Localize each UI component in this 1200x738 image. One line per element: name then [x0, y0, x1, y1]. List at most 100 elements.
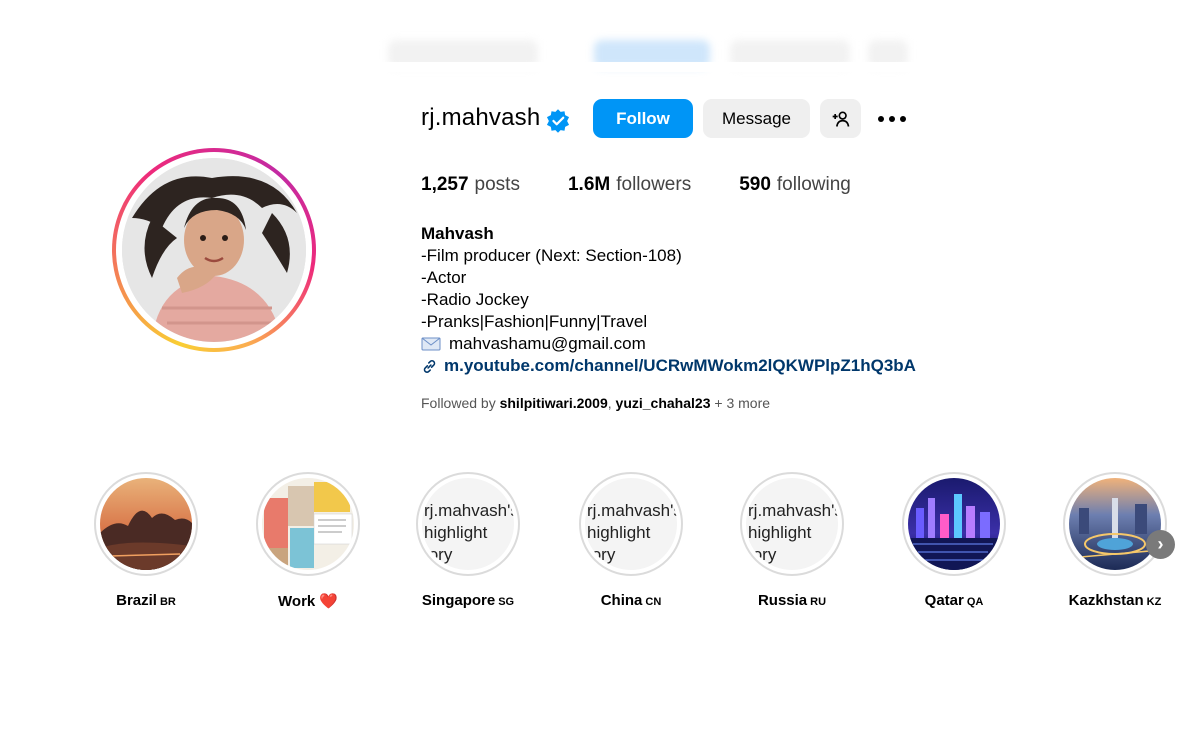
city-aerial-photo — [1069, 478, 1161, 570]
flag-code: RU — [810, 596, 827, 608]
suggested-users-button[interactable] — [820, 99, 861, 138]
highlight-ring: rj.mahvash's highlight tory — [416, 472, 520, 576]
following-stat[interactable]: 590 following — [739, 174, 851, 196]
highlight-title: China — [600, 592, 643, 609]
sunset-photo — [100, 478, 192, 570]
alt-text-line: rj.mahvash's — [424, 501, 514, 520]
bio-line: -Radio Jockey — [421, 290, 529, 309]
flag-code: CN — [645, 596, 662, 608]
display-name: Mahvash — [421, 224, 494, 243]
broken-image-alt-text: rj.mahvash's highlight tory — [422, 500, 514, 566]
story-ring[interactable] — [112, 148, 316, 352]
highlight-label: Kazkhstan KZ — [1045, 592, 1185, 609]
highlight-cover: rj.mahvash's highlight tory — [746, 478, 838, 570]
highlight-ring: rj.mahvash's highlight tory — [579, 472, 683, 576]
bio-link[interactable]: m.youtube.com/channel/UCRwMWokm2lQKWPlpZ… — [444, 355, 916, 377]
avatar[interactable] — [122, 158, 306, 342]
bio-line: -Actor — [421, 268, 467, 287]
followed-by-user[interactable]: yuzi_chahal23 — [616, 395, 711, 411]
envelope-icon — [421, 337, 441, 351]
followed-by-prefix: Followed by — [421, 395, 496, 411]
highlight-label: Qatar QA — [884, 592, 1024, 609]
flag-code: KZ — [1146, 596, 1162, 608]
profile-username: rj.mahvash — [421, 104, 541, 131]
highlight-qatar[interactable]: Qatar QA — [884, 472, 1024, 609]
alt-text-line: highlight — [424, 523, 488, 542]
person-add-icon — [832, 111, 849, 127]
followed-by-user[interactable]: shilpitiwari.2009 — [500, 395, 608, 411]
magazine-collage-photo — [262, 478, 354, 570]
posts-label: posts — [474, 174, 520, 195]
alt-text-line: rj.mahvash's — [587, 501, 677, 520]
followed-by-more[interactable]: + 3 more — [714, 395, 770, 411]
highlight-ring — [1063, 472, 1167, 576]
highlight-title: Brazil — [116, 592, 157, 609]
highlight-label: Russia RU — [722, 592, 862, 609]
highlight-ring — [256, 472, 360, 576]
followed-by[interactable]: Followed by shilpitiwari.2009, yuzi_chah… — [421, 395, 770, 411]
highlight-ring — [902, 472, 1006, 576]
alt-text-line: tory — [587, 545, 616, 564]
highlight-cover: rj.mahvash's highlight tory — [585, 478, 677, 570]
following-label: following — [776, 174, 851, 195]
heart-icon: ❤️ — [319, 593, 338, 610]
more-options-icon — [878, 115, 906, 122]
more-options-button[interactable] — [872, 99, 912, 138]
highlight-cover — [1069, 478, 1161, 570]
highlight-cover — [100, 478, 192, 570]
flag-code: SG — [498, 596, 515, 608]
highlight-singapore[interactable]: rj.mahvash's highlight tory Singapore SG — [398, 472, 538, 609]
highlight-title: Singapore — [421, 592, 496, 609]
alt-text-line: highlight — [587, 523, 651, 542]
highlight-ring: rj.mahvash's highlight tory — [740, 472, 844, 576]
highlight-cover — [908, 478, 1000, 570]
highlight-china[interactable]: rj.mahvash's highlight tory China CN — [561, 472, 701, 609]
alt-text-line: highlight — [748, 523, 812, 542]
bio-line: -Film producer (Next: Section-108) — [421, 246, 682, 265]
highlight-cover: rj.mahvash's highlight tory — [422, 478, 514, 570]
profile-bio: Mahvash -Film producer (Next: Section-10… — [421, 223, 916, 377]
city-skyline-night-photo — [908, 478, 1000, 570]
highlight-brazil[interactable]: Brazil BR — [76, 472, 216, 609]
highlight-label: Work ❤️ — [238, 592, 378, 610]
follow-button[interactable]: Follow — [593, 99, 693, 138]
link-icon — [423, 359, 436, 373]
highlight-label: Singapore SG — [398, 592, 538, 609]
flag-code: QA — [966, 596, 984, 608]
followers-label: followers — [616, 174, 692, 195]
highlight-title: Work — [278, 593, 316, 610]
profile-stats: 1,257 posts 1.6M followers 590 following — [421, 174, 899, 196]
highlight-title: Kazkhstan — [1068, 592, 1144, 609]
verified-badge-icon — [546, 109, 570, 133]
highlight-cover — [262, 478, 354, 570]
bio-line: -Pranks|Fashion|Funny|Travel — [421, 312, 648, 331]
alt-text-line: tory — [748, 545, 777, 564]
highlight-label: Brazil BR — [76, 592, 216, 609]
highlight-title: Qatar — [924, 592, 964, 609]
broken-image-alt-text: rj.mahvash's highlight tory — [746, 500, 838, 566]
highlight-russia[interactable]: rj.mahvash's highlight tory Russia RU — [722, 472, 862, 609]
posts-stat: 1,257 posts — [421, 174, 520, 196]
posts-count: 1,257 — [421, 174, 469, 195]
highlight-title: Russia — [757, 592, 808, 609]
highlight-label: China CN — [561, 592, 701, 609]
followed-by-separator: , — [607, 395, 612, 411]
message-button[interactable]: Message — [703, 99, 810, 138]
header-mask — [378, 62, 978, 72]
broken-image-alt-text: rj.mahvash's highlight tory — [585, 500, 677, 566]
profile-photo — [122, 158, 306, 342]
highlight-ring — [94, 472, 198, 576]
bio-link-row[interactable]: m.youtube.com/channel/UCRwMWokm2lQKWPlpZ… — [421, 355, 916, 377]
flag-code: BR — [159, 596, 176, 608]
alt-text-line: tory — [424, 545, 453, 564]
following-count: 590 — [739, 174, 771, 195]
bio-email: mahvashamu@gmail.com — [449, 334, 646, 353]
chevron-right-icon: › — [1157, 534, 1164, 554]
avatar-border — [116, 152, 312, 348]
bio-email-row: mahvashamu@gmail.com — [421, 333, 916, 355]
followers-count: 1.6M — [567, 174, 611, 195]
followers-stat[interactable]: 1.6M followers — [568, 174, 691, 196]
alt-text-line: rj.mahvash's — [748, 501, 838, 520]
highlights-next-button[interactable]: › — [1146, 530, 1175, 559]
highlight-work[interactable]: Work ❤️ — [238, 472, 378, 610]
